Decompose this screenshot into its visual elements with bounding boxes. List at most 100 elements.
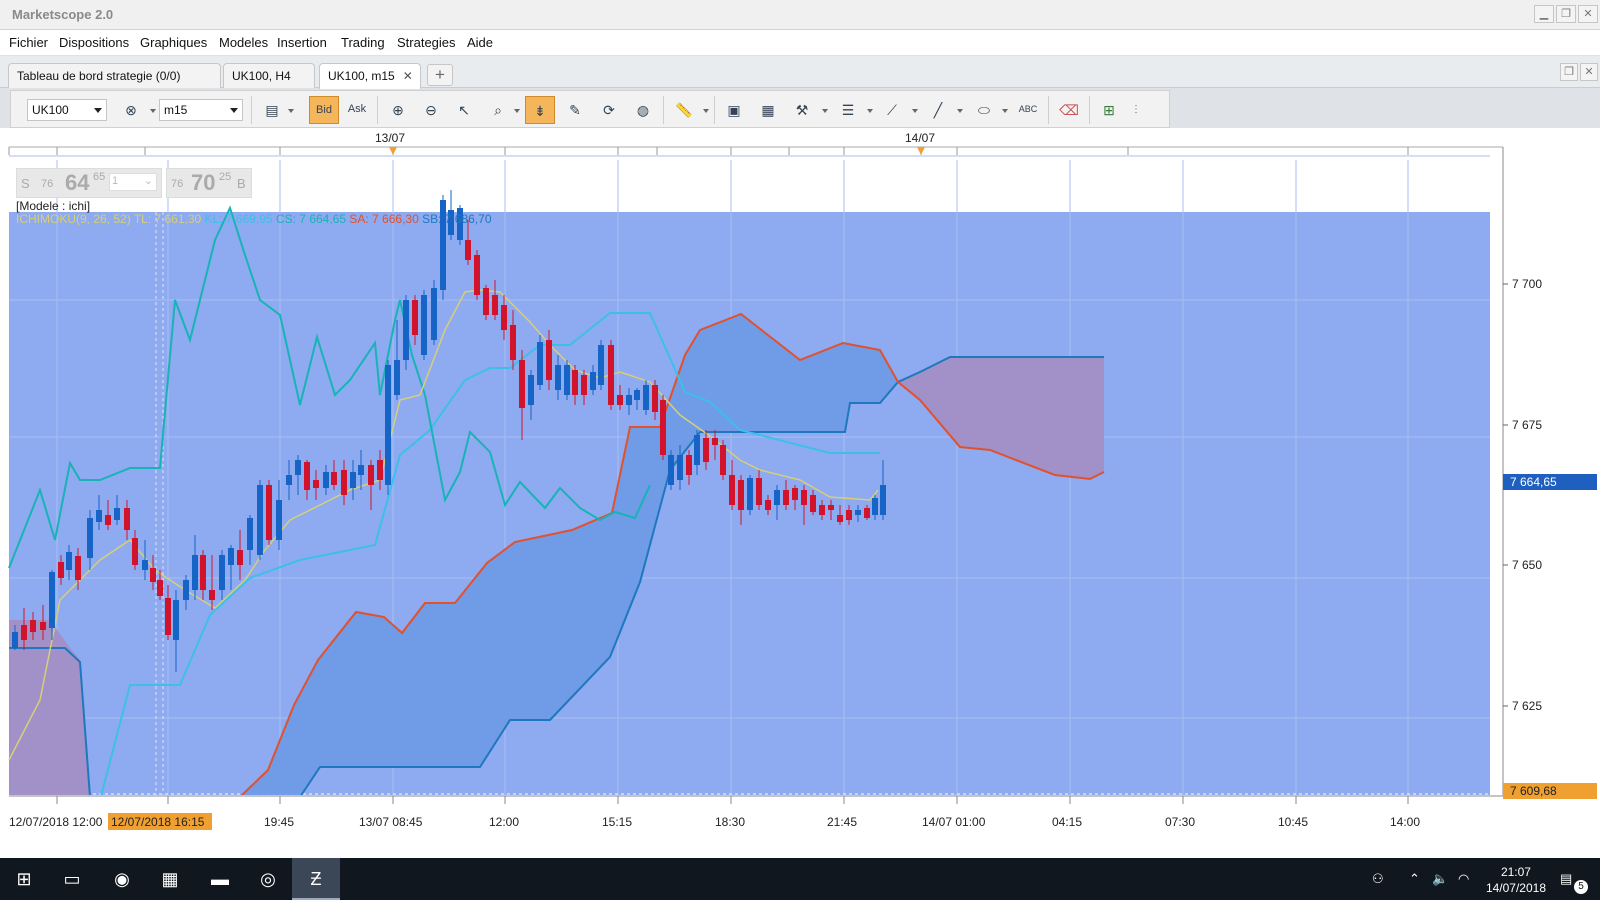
minimize-button[interactable]: ▁ — [1534, 5, 1554, 23]
wifi-icon[interactable]: ◠ — [1458, 871, 1469, 887]
task-view-icon[interactable]: ▭ — [48, 858, 96, 900]
ask-button[interactable]: Ask — [342, 96, 372, 124]
price-axis-label: 7 625 — [1512, 699, 1542, 713]
candle-body — [114, 508, 120, 520]
add-tab-button[interactable]: + — [427, 64, 453, 86]
candle-body — [66, 552, 72, 570]
lot-size-field[interactable]: 1 ⌄ — [109, 173, 157, 191]
timeframe-select[interactable]: m15 — [159, 99, 243, 121]
candle-body — [49, 572, 55, 628]
candle-body — [694, 435, 700, 465]
candle-body — [257, 485, 263, 555]
refresh-icon[interactable]: ⟳ — [594, 96, 624, 124]
chevron-down-icon[interactable] — [703, 109, 709, 113]
zoom-window-icon[interactable]: ⌕ — [483, 96, 513, 124]
text-tool-icon[interactable]: ABC — [1013, 96, 1043, 124]
app-icon[interactable]: ◉ — [98, 858, 146, 900]
cursor-time-label: 12/07/2018 16:15 — [111, 815, 205, 829]
candle-body — [30, 620, 36, 632]
timeframe-value: m15 — [164, 103, 188, 117]
globe-icon[interactable]: ◍ — [628, 96, 658, 124]
menu-fichier[interactable]: Fichier — [9, 35, 48, 50]
menu-aide[interactable]: Aide — [467, 35, 493, 50]
volume-icon[interactable]: 🔈 — [1432, 871, 1448, 887]
candle-body — [738, 480, 744, 510]
panel-close-button[interactable]: ✕ — [1580, 63, 1598, 81]
people-icon[interactable]: ⚇ — [1372, 871, 1384, 887]
calculator-icon[interactable]: ▦ — [146, 858, 194, 900]
horizontal-lines-icon[interactable]: ☰ — [833, 96, 863, 124]
candle-body — [157, 580, 163, 596]
menu-dispositions[interactable]: Dispositions — [59, 35, 129, 50]
menu-modeles[interactable]: Modeles — [219, 35, 268, 50]
bid-button[interactable]: Bid — [309, 96, 339, 124]
candle-body — [828, 505, 834, 510]
chevron-up-icon[interactable]: ⌃ — [1409, 871, 1420, 887]
chevron-down-icon[interactable] — [822, 109, 828, 113]
chevron-down-icon[interactable] — [867, 109, 873, 113]
toolbar-overflow-icon[interactable]: ⋮ — [1127, 96, 1145, 124]
sell-price-box[interactable]: S 76 64 65 1 ⌄ — [16, 168, 162, 198]
auto-scroll-icon[interactable]: ⇟ — [525, 96, 555, 124]
chrome-icon[interactable]: ◎ — [244, 858, 292, 900]
candle-body — [286, 475, 292, 485]
image-icon[interactable]: ▣ — [719, 96, 749, 124]
buy-price-box[interactable]: 76 70 25 B — [166, 168, 252, 198]
candle-body — [200, 555, 206, 590]
close-window-button[interactable]: ✕ — [1578, 5, 1598, 23]
marketscope-icon[interactable]: Ƶ — [292, 858, 340, 900]
candle-body — [819, 505, 825, 515]
chevron-down-icon[interactable] — [912, 109, 918, 113]
chart-canvas[interactable]: 13/07 14/07 7 700 7 675 7 650 7 625 7 664,65 7 … — [0, 128, 1600, 858]
separator — [663, 96, 664, 124]
folder-icon[interactable]: ▬ — [196, 858, 244, 900]
trade-price-box[interactable]: S 76 64 65 1 ⌄ 76 70 25 B — [16, 168, 252, 198]
tab-strategy-dashboard[interactable]: Tableau de bord strategie (0/0) — [8, 63, 221, 88]
menu-insertion[interactable]: Insertion — [277, 35, 327, 50]
ruler-icon[interactable]: 📏 — [669, 96, 699, 124]
hierarchy-icon[interactable]: ⊞ — [1094, 96, 1124, 124]
candle-body — [474, 255, 480, 295]
chevron-down-icon[interactable] — [150, 109, 156, 113]
chart-panel[interactable]: 13/07 14/07 7 700 7 675 7 650 7 625 7 664,65 7 … — [0, 128, 1600, 858]
candle-body — [96, 510, 102, 522]
chevron-down-icon[interactable] — [1002, 109, 1008, 113]
zoom-in-icon[interactable]: ⊕ — [383, 96, 413, 124]
clock[interactable]: 21:07 14/07/2018 — [1486, 864, 1546, 896]
menu-strategies[interactable]: Strategies — [397, 35, 456, 50]
start-icon[interactable]: ⊞ — [0, 858, 48, 900]
fan-icon[interactable]: ⟋ — [877, 96, 907, 124]
indicator-legend: ICHIMOKU(9, 26, 52) TL: 7 661,30 KL: 7 6… — [16, 212, 492, 226]
candle-body — [643, 385, 649, 410]
notification-icon[interactable]: ▤ — [1560, 871, 1572, 887]
indicator-icon[interactable]: ▦ — [753, 96, 783, 124]
zoom-out-icon[interactable]: ⊖ — [416, 96, 446, 124]
draw-icon[interactable]: ⚒ — [787, 96, 817, 124]
chevron-down-icon — [94, 108, 102, 113]
restore-button[interactable]: ❐ — [1556, 5, 1576, 23]
candle-body — [872, 498, 878, 515]
candle-body — [304, 462, 310, 490]
tab-uk100-h4[interactable]: UK100, H4 — [223, 63, 315, 88]
candle-body — [590, 372, 596, 390]
eraser-icon[interactable]: ⌫ — [1054, 96, 1084, 124]
properties-icon[interactable]: ✎ — [560, 96, 590, 124]
chevron-down-icon[interactable] — [514, 109, 520, 113]
cursor-icon[interactable]: ↖ — [449, 96, 479, 124]
menu-graphiques[interactable]: Graphiques — [140, 35, 207, 50]
trend-line-icon[interactable]: ╱ — [923, 96, 953, 124]
close-tab-icon[interactable]: ✕ — [403, 69, 413, 83]
instrument-select[interactable]: UK100 — [27, 99, 107, 121]
chevron-down-icon[interactable] — [957, 109, 963, 113]
ellipse-icon[interactable]: ⬭ — [969, 96, 999, 124]
candle-body — [165, 598, 171, 635]
panel-restore-button[interactable]: ❐ — [1560, 63, 1578, 81]
legend-ichimoku: ICHIMOKU(9, 26, 52) — [16, 212, 131, 226]
link-off-icon[interactable]: ⊗ — [116, 96, 146, 124]
menu-trading[interactable]: Trading — [341, 35, 385, 50]
tab-uk100-m15[interactable]: UK100, m15 ✕ — [319, 63, 421, 89]
time-axis-label: 10:45 — [1278, 815, 1308, 829]
chevron-down-icon[interactable] — [288, 109, 294, 113]
chart-type-icon[interactable]: ▤ — [257, 96, 287, 124]
title-bar: Marketscope 2.0 ▁ ❐ ✕ — [0, 0, 1600, 30]
